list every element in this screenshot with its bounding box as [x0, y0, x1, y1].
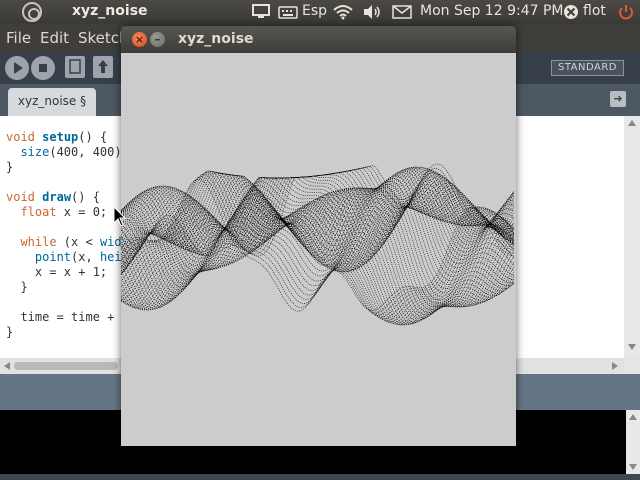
code-line: size(400, 400): [20, 145, 122, 159]
keyboard-layout-label[interactable]: Esp: [302, 3, 327, 19]
noise-line: [120, 173, 515, 326]
sketch-window-title: xyz_noise: [178, 31, 254, 47]
horizontal-scroll-thumb[interactable]: [14, 362, 118, 370]
noise-line: [120, 174, 515, 316]
menu-edit[interactable]: Edit: [40, 29, 69, 47]
top-panel: xyz_noise Esp Mon Sep 12 9:47 PM flot: [0, 0, 640, 24]
code-line: float x = 0;: [20, 205, 108, 219]
run-button[interactable]: [5, 56, 29, 80]
console-scroll-down-icon[interactable]: [629, 464, 637, 470]
mode-selector[interactable]: STANDARD: [550, 60, 624, 76]
code-line: while (x < wid: [20, 235, 122, 249]
scroll-left-arrow-icon[interactable]: [4, 362, 10, 370]
code-line: void setup() {: [6, 130, 108, 144]
noise-line: [120, 170, 515, 320]
console-scrollbar[interactable]: [626, 410, 640, 474]
close-icon: ×: [134, 33, 145, 46]
code-line: }: [6, 325, 14, 339]
code-line: point(x, hei: [34, 250, 122, 264]
noise-line: [120, 163, 515, 257]
code-line: }: [6, 160, 14, 174]
keyboard-icon[interactable]: [278, 4, 298, 20]
noise-line: [120, 171, 515, 324]
tab-xyz-noise[interactable]: xyz_noise §: [8, 88, 96, 116]
stop-button[interactable]: [31, 56, 55, 80]
console-scroll-up-icon[interactable]: [629, 414, 637, 420]
open-button[interactable]: [93, 56, 113, 78]
code-line: }: [6, 280, 28, 294]
active-app-title: xyz_noise: [72, 3, 148, 19]
display-icon[interactable]: [252, 4, 270, 20]
volume-icon[interactable]: [362, 4, 382, 20]
ubuntu-logo-icon[interactable]: [22, 2, 42, 22]
mouse-cursor-icon: [113, 206, 127, 227]
power-icon[interactable]: [618, 4, 634, 20]
close-button[interactable]: ×: [132, 32, 147, 47]
scroll-down-arrow-icon[interactable]: [628, 344, 636, 350]
noise-line: [120, 166, 515, 270]
mail-icon[interactable]: [392, 4, 412, 20]
sketch-canvas[interactable]: [120, 53, 516, 446]
noise-drawing: [120, 163, 515, 326]
menu-file[interactable]: File: [6, 29, 31, 47]
clock-label[interactable]: Mon Sep 12 9:47 PM: [420, 3, 563, 19]
open-icon: [98, 60, 108, 73]
run-icon: [14, 62, 23, 74]
code-line: void draw() {: [6, 190, 100, 204]
noise-lines: [120, 163, 515, 326]
stop-icon: [39, 64, 47, 72]
scroll-right-arrow-icon[interactable]: [612, 362, 618, 370]
user-status-icon[interactable]: [562, 4, 580, 20]
noise-line: [120, 187, 515, 304]
noise-line: [120, 169, 515, 267]
tab-menu-arrow-icon[interactable]: ➜: [610, 91, 626, 107]
status-bar: [0, 474, 640, 480]
scroll-up-arrow-icon[interactable]: [628, 120, 636, 126]
minimize-button[interactable]: –: [150, 32, 165, 47]
sketch-window: × – xyz_noise: [120, 26, 516, 446]
new-button[interactable]: [65, 56, 85, 78]
editor-vertical-scrollbar[interactable]: [624, 116, 640, 356]
wifi-icon[interactable]: [332, 4, 354, 20]
new-icon: [69, 59, 81, 74]
sketch-titlebar[interactable]: × – xyz_noise: [121, 26, 516, 53]
minimize-icon: –: [154, 32, 161, 46]
code-line: x = x + 1;: [6, 265, 108, 279]
user-name-label[interactable]: flot: [583, 3, 606, 19]
noise-line: [120, 173, 515, 326]
code-line: time = time + (: [6, 310, 129, 324]
